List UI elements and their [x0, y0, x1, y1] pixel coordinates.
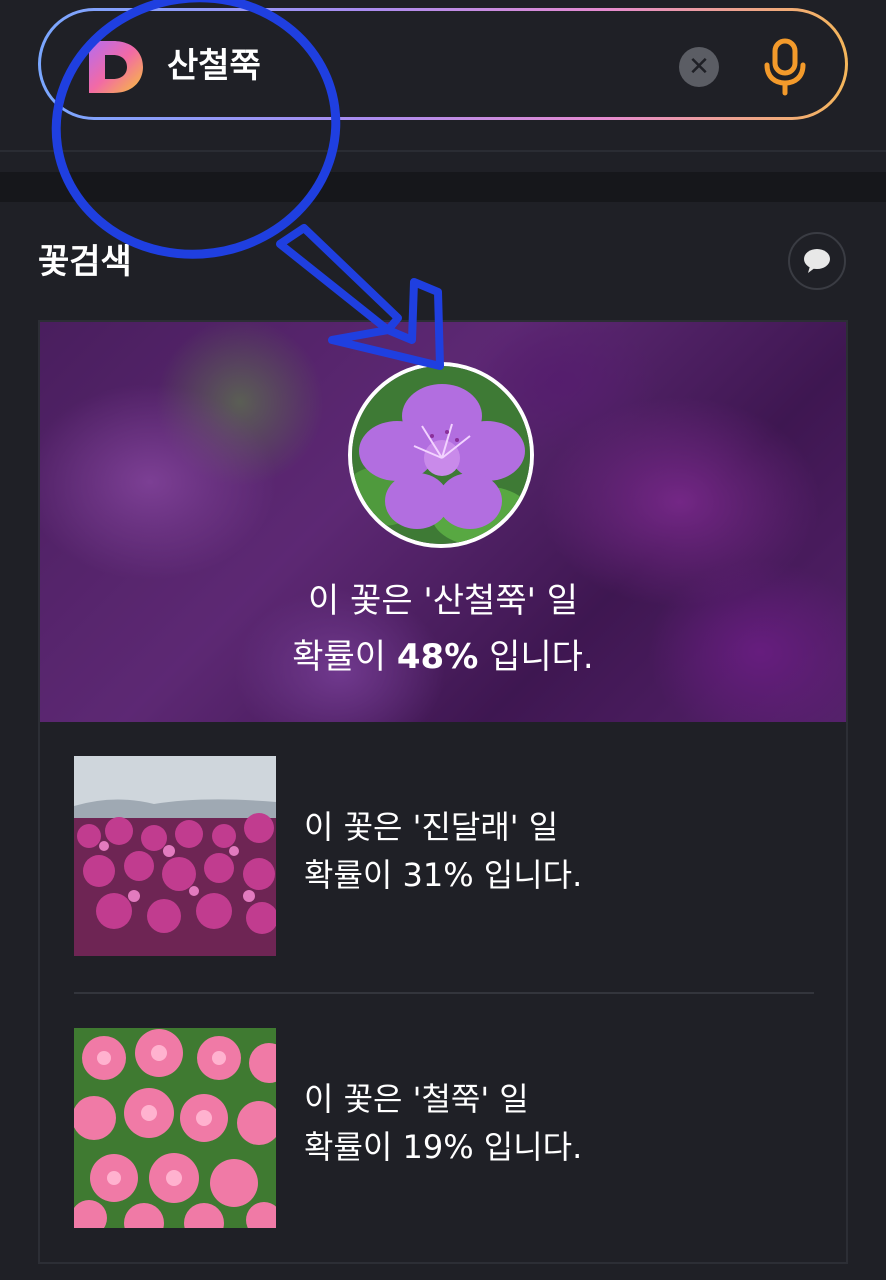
clear-icon[interactable]: ✕ [679, 47, 719, 87]
top-result-suffix: 입니다. [478, 637, 594, 677]
jindallae-image [74, 756, 276, 956]
azalea-image [352, 366, 530, 544]
top-result-percent: 48% [396, 637, 479, 677]
flower-result-card: 이 꽃은 '산철쭉' 일 확률이 48% 입니다. 이 꽃은 '진달래' 일 확… [38, 320, 848, 1264]
top-result-line2: 확률이 48% 입니다. [40, 634, 846, 680]
result-line1: 이 꽃은 '철쭉' 일 [304, 1080, 529, 1118]
result-item-jindallae[interactable]: 이 꽃은 '진달래' 일 확률이 31% 입니다. [74, 756, 814, 956]
result-item-cheoljjuk[interactable]: 이 꽃은 '철쭉' 일 확률이 19% 입니다. [74, 1028, 814, 1228]
result-divider [74, 992, 814, 994]
feedback-button[interactable] [788, 232, 846, 290]
section-title: 꽃검색 [38, 242, 132, 282]
result-line2: 확률이 31% 입니다. [304, 856, 583, 894]
result-line2: 확률이 19% 입니다. [304, 1128, 583, 1166]
search-bar[interactable]: 산철쭉 ✕ [38, 8, 848, 120]
logo-d-icon [89, 41, 143, 93]
result-line1: 이 꽃은 '진달래' 일 [304, 808, 559, 846]
result-thumbnail [74, 756, 276, 956]
search-input[interactable]: 산철쭉 [167, 41, 261, 91]
top-result-line1: 이 꽃은 '산철쭉' 일 [307, 581, 579, 621]
top-result-thumbnail [348, 362, 534, 548]
top-result-hero[interactable]: 이 꽃은 '산철쭉' 일 확률이 48% 입니다. [40, 322, 846, 722]
top-result-prefix: 확률이 [292, 637, 397, 677]
cheoljjuk-image [74, 1028, 276, 1228]
speech-bubble-icon [804, 249, 830, 273]
result-thumbnail [74, 1028, 276, 1228]
section-separator-band [0, 172, 886, 202]
search-bar-inner: 산철쭉 ✕ [41, 11, 845, 117]
microphone-icon[interactable] [759, 37, 811, 97]
header-divider [0, 150, 886, 152]
